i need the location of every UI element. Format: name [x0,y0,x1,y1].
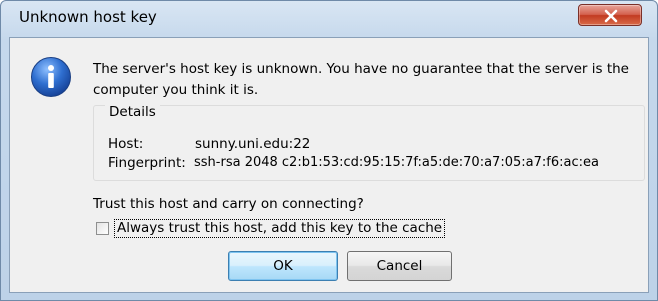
dialog-window: Unknown host key The server's host key i… [0,0,658,301]
always-trust-checkbox[interactable] [96,222,109,235]
always-trust-label[interactable]: Always trust this host, add this key to … [114,219,446,238]
details-legend: Details [105,104,160,120]
fingerprint-label: Fingerprint: [108,155,186,171]
window-title: Unknown host key [19,8,157,26]
close-button[interactable] [578,4,642,26]
cancel-button[interactable]: Cancel [347,251,452,281]
information-icon [31,57,71,97]
title-bar[interactable]: Unknown host key [1,1,657,35]
ok-button[interactable]: OK [228,251,338,281]
fingerprint-value: ssh-rsa 2048 c2:b1:53:cd:95:15:7f:a5:de:… [194,155,599,170]
trust-question: Trust this host and carry on connecting? [93,196,364,212]
message-text: The server's host key is unknown. You ha… [93,59,643,101]
host-label: Host: [108,136,144,152]
host-value: sunny.uni.edu:22 [195,136,311,152]
message-line-1: The server's host key is unknown. You ha… [93,61,629,77]
message-line-2: computer you think it is. [93,82,259,98]
close-icon [604,9,618,23]
